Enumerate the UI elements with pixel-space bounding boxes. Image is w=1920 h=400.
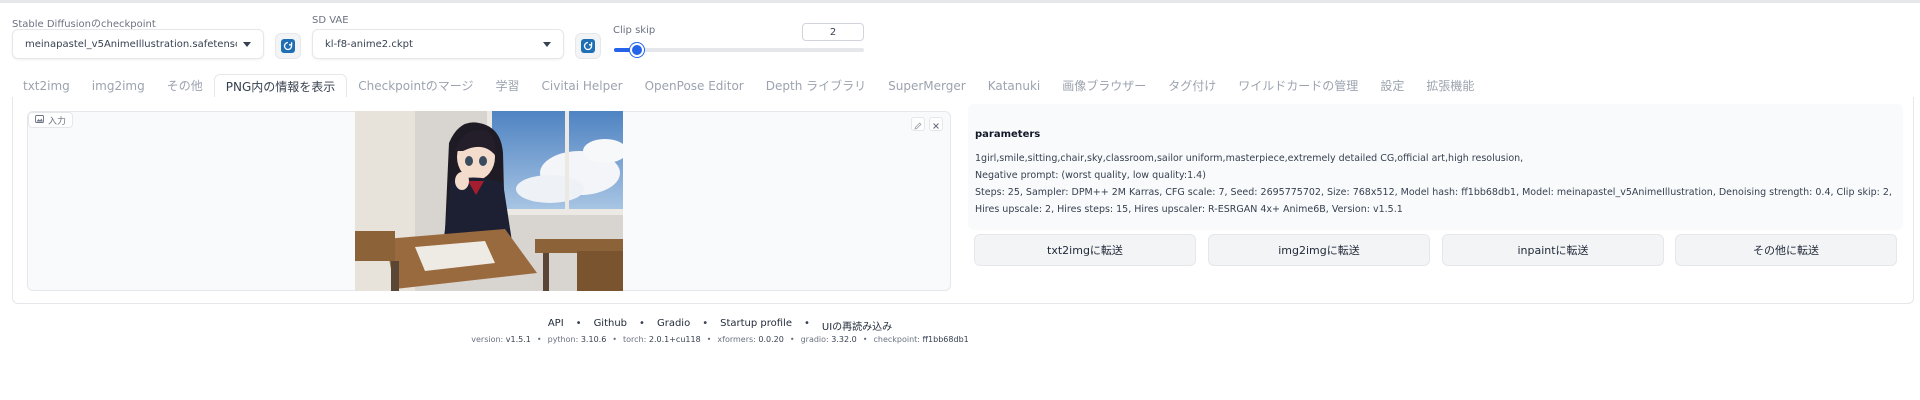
send-to-img2img-button[interactable]: img2imgに転送 (1208, 234, 1430, 266)
vae-dropdown[interactable]: kl-f8-anime2.ckpt (312, 29, 564, 59)
footer-link[interactable]: UIの再読み込み (822, 318, 892, 333)
version-key: xformers: (717, 335, 756, 344)
clear-image-button[interactable] (929, 117, 943, 131)
image-input-label-text: 入力 (48, 116, 67, 127)
edit-image-button[interactable] (911, 117, 925, 131)
footer-link[interactable]: Gradio (657, 318, 690, 333)
footer-link[interactable]: Github (594, 318, 627, 333)
send-to-txt2img-button[interactable]: txt2imgに転送 (974, 234, 1196, 266)
tab-9[interactable]: SuperMerger (877, 74, 977, 98)
clip-skip-label: Clip skip (613, 25, 656, 36)
vae-value: kl-f8-anime2.ckpt (325, 38, 413, 50)
vae-label: SD VAE (312, 15, 349, 26)
input-image (355, 111, 623, 291)
parameters-title: parameters (975, 129, 1041, 140)
refresh-icon (581, 39, 595, 53)
chevron-down-icon (243, 41, 251, 47)
tab-4[interactable]: Checkpointのマージ (347, 74, 484, 98)
tab-7[interactable]: OpenPose Editor (634, 74, 755, 98)
checkpoint-dropdown[interactable]: meinapastel_v5AnimeIllustration.safetens… (12, 29, 264, 59)
version-key: gradio: (800, 335, 829, 344)
footer-link[interactable]: API (548, 318, 564, 333)
tab-8[interactable]: Depth ライブラリ (755, 74, 877, 98)
tab-5[interactable]: 学習 (485, 74, 531, 98)
tab-1[interactable]: img2img (81, 74, 156, 98)
checkpoint-label: Stable Diffusionのcheckpoint (12, 19, 156, 30)
tab-15[interactable]: 拡張機能 (1415, 74, 1485, 98)
footer-separator: • (536, 335, 542, 344)
footer-separator: • (639, 318, 645, 329)
version-value: 3.10.6 (580, 335, 607, 344)
close-icon (932, 115, 940, 134)
pencil-icon (914, 115, 922, 134)
version-value: ff1bb68db1 (922, 335, 969, 344)
clip-skip-slider[interactable] (614, 43, 864, 57)
checkpoint-value: meinapastel_v5AnimeIllustration.safetens… (25, 38, 237, 50)
clip-skip-number-input[interactable]: 2 (802, 23, 864, 41)
footer-links: API • Github • Gradio • Startup profile • UIの再読み… (0, 318, 1440, 333)
main-tabs: txt2img img2img その他 PNG内の情報を表示 Checkpointのマー… (12, 74, 1485, 99)
image-icon (35, 114, 44, 126)
version-item: torch: 2.0.1+cu118 (623, 335, 701, 344)
parameters-prompt: 1girl,smile,sitting,chair,sky,classroom,… (975, 153, 1524, 164)
version-item: checkpoint: ff1bb68db1 (873, 335, 968, 344)
tab-10[interactable]: Katanuki (977, 74, 1052, 98)
version-value: 2.0.1+cu118 (648, 335, 701, 344)
tab-11[interactable]: 画像ブラウザー (1051, 74, 1157, 98)
version-item: version: v1.5.1 (471, 335, 531, 344)
footer-separator: • (803, 318, 810, 329)
tab-14[interactable]: 設定 (1369, 74, 1415, 98)
send-to-extras-button[interactable]: その他に転送 (1675, 234, 1897, 266)
version-item: xformers: 0.0.20 (717, 335, 783, 344)
version-key: torch: (623, 335, 647, 344)
version-value: v1.5.1 (505, 335, 531, 344)
footer-separator: • (575, 318, 582, 329)
tab-0[interactable]: txt2img (12, 74, 81, 98)
tab-13[interactable]: ワイルドカードの管理 (1227, 74, 1369, 98)
refresh-checkpoint-button[interactable] (275, 33, 301, 59)
footer-separator: • (706, 335, 712, 344)
tab-2[interactable]: その他 (156, 74, 214, 98)
footer-versions: version: v1.5.1 • python: 3.10.6 • torch: 2.… (0, 335, 1440, 344)
version-key: version: (471, 335, 504, 344)
top-border (0, 0, 1920, 3)
version-item: gradio: 3.32.0 (801, 335, 857, 344)
tab-12[interactable]: タグ付け (1157, 74, 1227, 98)
footer-separator: • (702, 318, 709, 329)
footer-separator: • (789, 335, 795, 344)
parameters-negative-prompt: Negative prompt: (worst quality, low qua… (975, 170, 1206, 181)
parameters-settings: Steps: 25, Sampler: DPM++ 2M Karras, CFG… (975, 187, 1892, 215)
version-key: checkpoint: (873, 335, 920, 344)
send-to-inpaint-button[interactable]: inpaintに転送 (1442, 234, 1664, 266)
tab-3[interactable]: PNG内の情報を表示 (213, 74, 348, 99)
image-input-label: 入力 (28, 112, 74, 128)
footer-link[interactable]: Startup profile (720, 318, 792, 333)
chevron-down-icon (543, 41, 551, 47)
footer-separator: • (862, 335, 868, 344)
version-item: python: 3.10.6 (548, 335, 607, 344)
refresh-icon (281, 39, 295, 53)
clip-skip-slider-thumb[interactable] (629, 43, 644, 57)
version-value: 3.32.0 (831, 335, 857, 344)
tab-6[interactable]: Civitai Helper (531, 74, 634, 98)
refresh-vae-button[interactable] (575, 33, 601, 59)
version-value: 0.0.20 (758, 335, 784, 344)
footer-separator: • (612, 335, 618, 344)
version-key: python: (547, 335, 579, 344)
